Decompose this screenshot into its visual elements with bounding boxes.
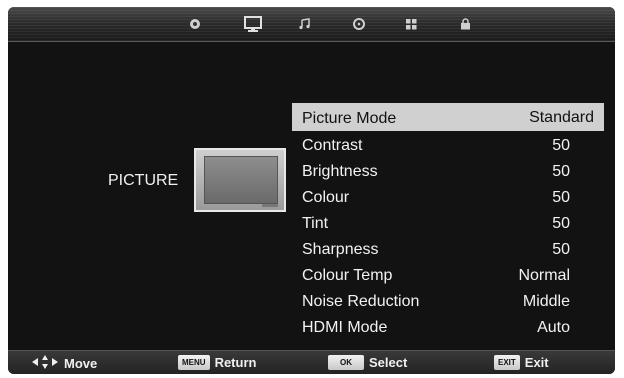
music-note-icon[interactable]	[296, 15, 314, 33]
ok-key[interactable]: OK	[328, 355, 364, 370]
menu-item-value: Middle	[522, 293, 570, 310]
menu-item-value: Normal	[518, 267, 570, 284]
select-label: Select	[369, 355, 408, 370]
exit-hint: EXIT Exit	[494, 355, 549, 370]
exit-key[interactable]: EXIT	[494, 355, 520, 370]
menu-item-value: Auto	[537, 319, 570, 336]
tv-osd-screen: PICTURE Picture Mode Standard Contrast 5…	[0, 0, 624, 378]
menu-item-label: Colour	[302, 189, 350, 206]
move-hint: Move	[32, 355, 97, 372]
menu-item-label: Picture Mode	[302, 110, 397, 127]
menu-return-hint: MENU Return	[178, 355, 256, 370]
menu-item-label: Colour Temp	[302, 267, 393, 284]
menu-item-tint[interactable]: Tint 50	[292, 209, 604, 235]
menu-item-hdmi-mode[interactable]: HDMI Mode Auto	[292, 313, 604, 339]
move-label: Move	[64, 356, 98, 371]
bottom-hint-bar: Move MENU Return OK Select EXIT Exit	[8, 350, 615, 374]
tv-picture-icon	[194, 148, 286, 212]
section-title: PICTURE	[108, 172, 179, 189]
menu-item-picture-mode[interactable]: Picture Mode Standard	[292, 103, 604, 131]
top-tab-bar	[8, 7, 615, 42]
exit-label: Exit	[524, 355, 549, 370]
return-label: Return	[214, 355, 257, 370]
disc-icon[interactable]	[350, 15, 368, 33]
menu-item-sharpness[interactable]: Sharpness 50	[292, 235, 604, 261]
lock-icon[interactable]	[456, 15, 474, 33]
menu-item-label: Tint	[302, 215, 329, 232]
menu-key[interactable]: MENU	[178, 355, 210, 370]
menu-item-value: Standard	[529, 109, 594, 126]
dpad-arrows-icon	[32, 355, 58, 372]
grid-icon[interactable]	[402, 15, 420, 33]
menu-item-value: 50	[552, 215, 570, 232]
menu-item-label: Contrast	[302, 137, 363, 154]
picture-icon[interactable]	[244, 15, 262, 33]
menu-item-brightness[interactable]: Brightness 50	[292, 157, 604, 183]
menu-item-value: 50	[552, 163, 570, 180]
osd-panel: PICTURE Picture Mode Standard Contrast 5…	[8, 7, 615, 374]
ok-select-hint: OK Select	[328, 355, 407, 370]
menu-item-value: 50	[552, 189, 570, 206]
menu-item-label: Noise Reduction	[302, 293, 420, 310]
menu-item-contrast[interactable]: Contrast 50	[292, 131, 604, 157]
menu-item-label: HDMI Mode	[302, 319, 388, 336]
picture-settings-menu: Picture Mode Standard Contrast 50 Bright…	[292, 103, 604, 339]
menu-item-colour[interactable]: Colour 50	[292, 183, 604, 209]
menu-item-value: 50	[552, 137, 570, 154]
menu-item-noise-reduction[interactable]: Noise Reduction Middle	[292, 287, 604, 313]
menu-item-value: 50	[552, 241, 570, 258]
settings-icon[interactable]	[186, 15, 204, 33]
menu-item-label: Sharpness	[302, 241, 379, 258]
menu-item-label: Brightness	[302, 163, 378, 180]
menu-item-colour-temp[interactable]: Colour Temp Normal	[292, 261, 604, 287]
